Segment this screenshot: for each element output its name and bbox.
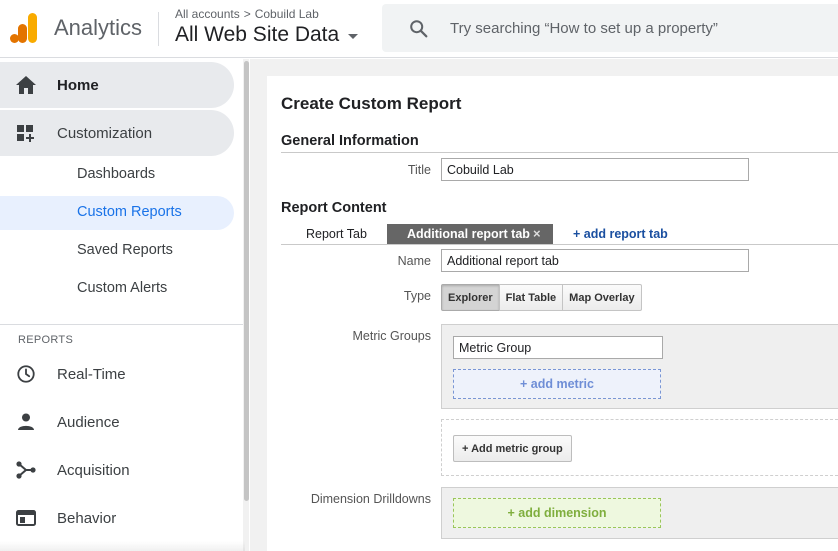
sidebar-item-custom-alerts[interactable]: Custom Alerts	[0, 272, 234, 306]
breadcrumb: All accounts > Cobuild Lab	[175, 7, 319, 21]
sidebar-item-behavior[interactable]: Behavior	[0, 495, 234, 541]
sidebar-bottom-fade	[0, 541, 245, 551]
sidebar-item-label: Real-Time	[57, 365, 126, 383]
header-divider	[158, 12, 159, 46]
view-selector[interactable]: All Web Site Data	[175, 23, 359, 47]
sidebar-item-label: Dashboards	[77, 166, 156, 182]
report-content-heading: Report Content	[281, 200, 387, 216]
dimension-drilldowns-label: Dimension Drilldowns	[310, 492, 431, 506]
type-selector: Explorer Flat Table Map Overlay	[441, 284, 642, 311]
add-metric-group-panel: + Add metric group	[441, 419, 838, 476]
type-map-overlay-button[interactable]: Map Overlay	[562, 284, 642, 311]
acquisition-icon	[16, 461, 36, 479]
sidebar-item-customization[interactable]: Customization	[0, 110, 234, 156]
metric-group-name-input[interactable]	[453, 336, 663, 359]
sidebar-item-home[interactable]: Home	[0, 62, 234, 108]
sidebar-scrollbar[interactable]	[244, 61, 249, 501]
metric-groups-label: Metric Groups	[352, 329, 432, 343]
dimension-drilldown-panel: + add dimension	[441, 487, 838, 539]
tab-label: Additional report tab	[407, 227, 530, 241]
home-icon	[16, 76, 36, 94]
chevron-right-icon: >	[243, 7, 251, 21]
sidebar-item-label: Custom Reports	[77, 204, 182, 220]
type-label: Type	[403, 289, 431, 303]
sidebar-divider	[0, 324, 243, 325]
sidebar-item-custom-reports[interactable]: Custom Reports	[0, 196, 234, 230]
breadcrumb-property[interactable]: Cobuild Lab	[255, 7, 319, 21]
main-content: Create Custom Report General Information…	[250, 59, 838, 551]
search-icon	[410, 20, 428, 38]
sidebar-item-saved-reports[interactable]: Saved Reports	[0, 234, 234, 268]
tab-divider	[281, 244, 838, 245]
sidebar-item-label: Home	[57, 76, 99, 94]
sidebar-item-label: Customization	[57, 124, 153, 142]
add-metric-button[interactable]: + add metric	[453, 369, 661, 399]
type-explorer-button[interactable]: Explorer	[441, 284, 500, 311]
tab-additional-report[interactable]: Additional report tab ×	[387, 224, 553, 244]
search-input[interactable]	[450, 16, 830, 40]
sidebar-item-realtime[interactable]: Real-Time	[0, 351, 234, 397]
sidebar-item-label: Audience	[57, 413, 120, 431]
sidebar-item-label: Behavior	[57, 509, 117, 527]
general-info-heading: General Information	[281, 133, 419, 149]
page-title: Create Custom Report	[281, 94, 462, 113]
sidebar-item-acquisition[interactable]: Acquisition	[0, 447, 234, 493]
dashboard-customization-icon	[17, 125, 34, 142]
analytics-logo[interactable]	[10, 13, 38, 43]
name-label: Name	[397, 254, 431, 268]
clock-icon	[17, 365, 35, 383]
reports-heading: REPORTS	[18, 334, 74, 346]
sidebar-item-label: Saved Reports	[77, 242, 173, 258]
sidebar-item-label: Custom Alerts	[77, 280, 168, 296]
title-input[interactable]	[441, 158, 749, 181]
search-bar[interactable]	[382, 4, 838, 52]
title-label: Title	[407, 163, 431, 177]
caret-down-icon	[348, 34, 359, 39]
sidebar-item-label: Acquisition	[57, 461, 130, 479]
sidebar-item-dashboards[interactable]: Dashboards	[0, 158, 234, 192]
sidebar-item-audience[interactable]: Audience	[0, 399, 234, 445]
section-divider	[281, 152, 838, 153]
view-name: All Web Site Data	[175, 23, 340, 46]
add-metric-group-button[interactable]: + Add metric group	[453, 435, 572, 462]
custom-report-form: Create Custom Report General Information…	[267, 76, 838, 551]
add-dimension-button[interactable]: + add dimension	[453, 498, 661, 528]
add-report-tab-link[interactable]: + add report tab	[573, 227, 668, 241]
name-input[interactable]	[441, 249, 749, 272]
app-name: Analytics	[54, 15, 143, 40]
sidebar: Home Customization Dashboards Custom Rep…	[0, 59, 249, 551]
type-flat-table-button[interactable]: Flat Table	[498, 284, 564, 311]
behavior-window-icon	[16, 510, 36, 526]
breadcrumb-account[interactable]: All accounts	[175, 7, 240, 21]
close-icon[interactable]: ×	[533, 226, 541, 241]
report-tab-label: Report Tab	[306, 227, 367, 241]
person-icon	[18, 413, 34, 430]
top-bar: Analytics All accounts > Cobuild Lab All W…	[0, 0, 838, 58]
metric-group-panel: + add metric	[441, 324, 838, 409]
